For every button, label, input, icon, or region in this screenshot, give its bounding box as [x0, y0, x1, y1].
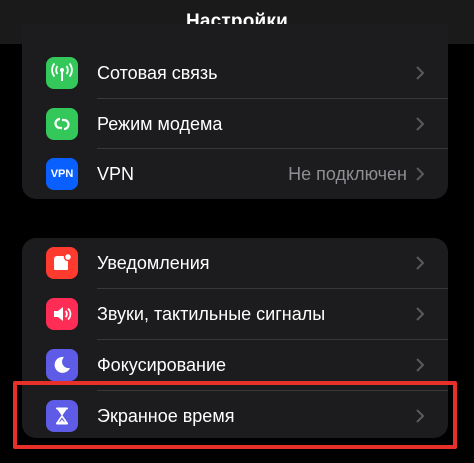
settings-row-vpn[interactable]: VPN VPN Не подключен	[22, 149, 448, 199]
vpn-icon: VPN	[46, 158, 78, 190]
antenna-icon	[46, 57, 78, 89]
settings-row-label: Фокусирование	[97, 354, 227, 375]
hourglass-icon	[46, 400, 78, 432]
link-icon	[46, 108, 78, 140]
chevron-right-icon	[416, 66, 425, 80]
settings-group-connectivity: Сотовая связь Режим модема VPN VPN Не по…	[22, 24, 448, 199]
vpn-status-value: Не подключен	[288, 163, 407, 184]
settings-row-screen-time[interactable]: Экранное время	[22, 391, 448, 441]
settings-row-sounds[interactable]: Звуки, тактильные сигналы	[22, 289, 448, 339]
settings-row-label: VPN	[97, 163, 135, 184]
chevron-right-icon	[416, 256, 425, 270]
settings-row-label: Сотовая связь	[97, 62, 218, 83]
chevron-right-icon	[416, 167, 425, 181]
chevron-right-icon	[416, 117, 425, 131]
bell-icon	[46, 247, 78, 279]
settings-row-hotspot[interactable]: Режим модема	[22, 99, 448, 149]
chevron-right-icon	[416, 409, 425, 423]
settings-row-label: Режим модема	[97, 113, 223, 134]
moon-icon	[46, 349, 78, 381]
settings-row-cellular[interactable]: Сотовая связь	[22, 48, 448, 98]
settings-row-label: Звуки, тактильные сигналы	[97, 303, 326, 324]
settings-row-focus[interactable]: Фокусирование	[22, 340, 448, 390]
speaker-icon	[46, 298, 78, 330]
settings-row-label: Экранное время	[97, 405, 235, 426]
settings-row-notifications[interactable]: Уведомления	[22, 238, 448, 288]
chevron-right-icon	[416, 307, 425, 321]
chevron-right-icon	[416, 358, 425, 372]
settings-row-label: Уведомления	[97, 252, 210, 273]
settings-group-notifications: Уведомления Звуки, тактильные сигналы Фо…	[22, 238, 448, 438]
vpn-icon-text: VPN	[50, 168, 74, 180]
